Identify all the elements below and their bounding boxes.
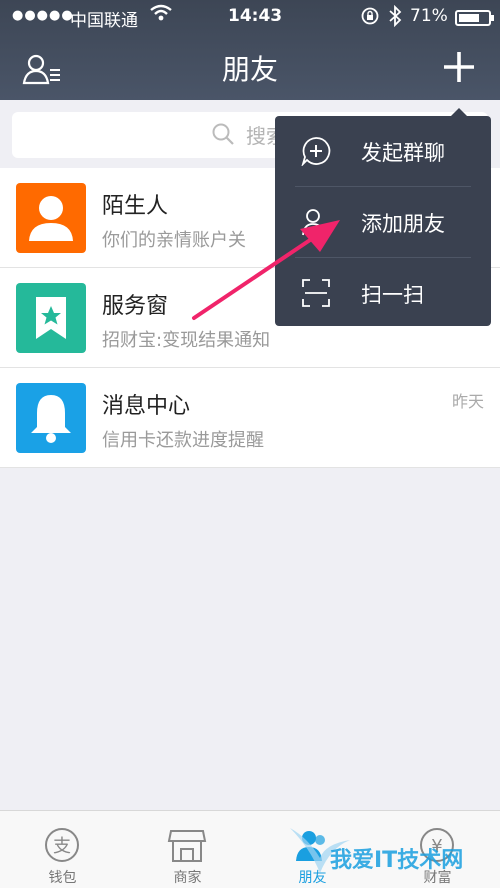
bookmark-star-icon [36, 297, 66, 339]
header: ●●●●● 中国联通 14:43 71% 朋友 [0, 0, 500, 100]
menu-item-label: 扫一扫 [361, 283, 424, 307]
battery-level [459, 14, 479, 22]
menu-item-label: 发起群聊 [361, 141, 445, 165]
status-bar: ●●●●● 中国联通 14:43 71% [0, 0, 500, 34]
menu-item-label: 添加朋友 [361, 212, 445, 236]
avatar [16, 183, 86, 253]
watermark-text: 我爱IT技术网 [330, 848, 464, 873]
wifi-icon [150, 4, 172, 21]
item-title: 服务窗 [102, 294, 169, 319]
add-friend-icon [302, 209, 329, 236]
add-menu: 发起群聊 添加朋友 扫一扫 [275, 116, 491, 326]
svg-text:支: 支 [53, 836, 71, 857]
scan-icon [302, 279, 330, 307]
tab-label: 商家 [173, 870, 202, 886]
menu-item-scan[interactable]: 扫一扫 [275, 258, 491, 328]
item-subtitle: 信用卡还款进度提醒 [102, 430, 264, 451]
battery-icon [455, 10, 491, 26]
item-subtitle: 招财宝:变现结果通知 [102, 330, 271, 351]
add-plus-icon[interactable] [440, 48, 478, 86]
signal-strength: ●●●●● [12, 8, 74, 23]
list-item[interactable]: 消息中心 信用卡还款进度提醒 昨天 [0, 368, 500, 468]
item-title: 消息中心 [102, 394, 191, 419]
carrier-name: 中国联通 [70, 11, 138, 31]
bell-icon [31, 395, 71, 443]
page-title: 朋友 [221, 53, 278, 86]
item-subtitle: 你们的亲情账户关 [102, 230, 246, 251]
rotation-lock-icon [361, 7, 379, 25]
battery-percent: 71% [410, 6, 448, 26]
menu-item-group-chat[interactable]: 发起群聊 [275, 116, 491, 186]
avatar [16, 383, 86, 453]
tab-label: 钱包 [48, 870, 77, 886]
tab-wallet[interactable]: 支 钱包 [0, 811, 125, 888]
battery-tip [491, 15, 494, 21]
status-time: 14:43 [228, 6, 283, 26]
search-icon [212, 123, 234, 145]
menu-item-add-friend[interactable]: 添加朋友 [275, 187, 491, 257]
avatar [16, 283, 86, 353]
store-icon [167, 830, 207, 862]
bluetooth-icon [389, 5, 402, 27]
person-icon [29, 196, 73, 241]
tab-store[interactable]: 商家 [125, 811, 250, 888]
item-time: 昨天 [451, 392, 484, 411]
item-title: 陌生人 [102, 194, 169, 219]
chat-plus-icon [301, 137, 331, 166]
wallet-icon: 支 [45, 828, 79, 862]
